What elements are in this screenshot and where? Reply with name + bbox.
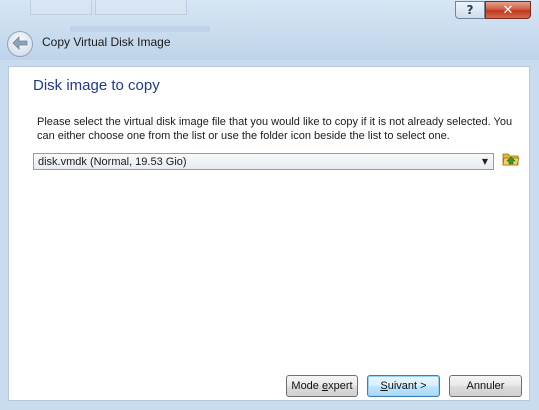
expert-mode-button[interactable]: Mode e xpert <box>286 375 358 397</box>
help-button[interactable]: ? <box>455 1 485 19</box>
expert-mode-label-suffix: xpert <box>328 380 353 392</box>
page-title: Disk image to copy <box>33 77 160 94</box>
folder-up-icon <box>502 151 520 171</box>
button-bar: Mode e xpert Suivant > Annuler <box>9 375 531 401</box>
back-arrow-icon <box>12 35 28 54</box>
next-label-suffix: uivant > <box>387 380 427 392</box>
wizard-window: ? ✕ Copy Virtual Disk Image Disk image t… <box>0 0 539 410</box>
next-button[interactable]: Suivant > <box>367 375 440 397</box>
close-button[interactable]: ✕ <box>485 1 531 19</box>
disk-image-select[interactable]: disk.vmdk (Normal, 19.53 Gio) ▼ <box>33 153 494 170</box>
choose-disk-file-button[interactable] <box>502 152 520 170</box>
title-bar: ? ✕ Copy Virtual Disk Image <box>0 0 539 62</box>
expert-mode-label-prefix: Mode <box>291 380 322 392</box>
wizard-page: Disk image to copy Please select the vir… <box>8 66 530 401</box>
chevron-down-icon[interactable]: ▼ <box>477 157 493 166</box>
page-description: Please select the virtual disk image fil… <box>37 116 513 142</box>
disk-image-select-value: disk.vmdk (Normal, 19.53 Gio) <box>38 155 187 168</box>
back-button[interactable] <box>7 31 33 57</box>
cancel-button[interactable]: Annuler <box>449 375 522 397</box>
wizard-title: Copy Virtual Disk Image <box>42 35 171 49</box>
next-mnemonic: S <box>380 380 388 392</box>
